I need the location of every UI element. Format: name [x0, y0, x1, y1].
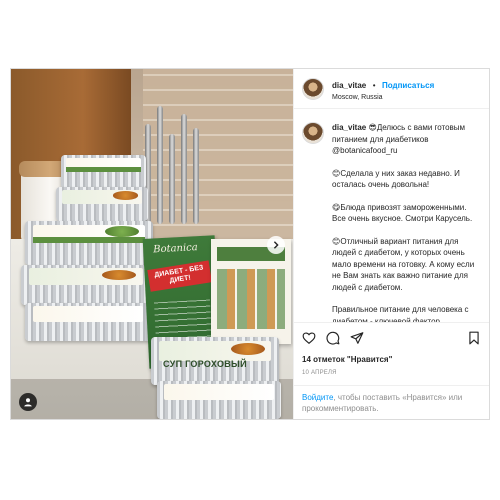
- caption-area: dia_vitae 😎Делюсь с вами готовым питание…: [294, 110, 489, 322]
- comment-icon[interactable]: [326, 331, 340, 345]
- post-header: dia_vitae • Подписаться Moscow, Russia: [294, 69, 489, 109]
- bookmark-icon[interactable]: [467, 331, 481, 345]
- flyer-badge: ДИАБЕТ - БЕЗ ДИЕТ!: [147, 260, 212, 292]
- food-tray: [25, 221, 153, 265]
- follow-button[interactable]: Подписаться: [382, 81, 434, 90]
- username-link[interactable]: dia_vitae: [332, 81, 366, 90]
- food-tray: [56, 187, 148, 221]
- login-link[interactable]: Войдите: [302, 393, 333, 402]
- login-prompt: Войдите, чтобы поставить «Нравится» или …: [294, 385, 489, 419]
- post-date: 10 АПРЕЛЯ: [302, 370, 337, 376]
- food-tray: [157, 381, 281, 419]
- post-photo[interactable]: Botanica ДИАБЕТ - БЕЗ ДИЕТ! СУП ГОРОХОВЫ…: [11, 69, 293, 419]
- user-tag-icon[interactable]: [19, 393, 37, 411]
- product-box: [211, 239, 291, 344]
- caption-paragraph: 😊Сделала у них заказ недавно. И осталась…: [332, 168, 460, 190]
- flyer-brand: Botanica: [152, 242, 199, 256]
- caption-paragraph: 😋Блюда привозят замороженными. Все очень…: [332, 202, 473, 224]
- location-link[interactable]: Moscow, Russia: [332, 94, 434, 103]
- kitchen-utensils: [141, 104, 201, 224]
- instagram-post: Botanica ДИАБЕТ - БЕЗ ДИЕТ! СУП ГОРОХОВЫ…: [10, 68, 490, 420]
- post-details-panel: dia_vitae • Подписаться Moscow, Russia d…: [293, 69, 489, 419]
- caption-paragraph: 😊Отличный вариант питания для людей с ди…: [332, 236, 475, 292]
- avatar[interactable]: [302, 77, 324, 100]
- likes-count[interactable]: 14 отметок "Нравится": [302, 355, 481, 364]
- action-bar: [302, 323, 481, 353]
- avatar[interactable]: [302, 122, 324, 144]
- caption-paragraph: Правильное питание для человека с диабет…: [332, 305, 469, 322]
- caption-username[interactable]: dia_vitae: [332, 123, 366, 132]
- heart-icon[interactable]: [302, 331, 316, 345]
- food-tray: [25, 303, 151, 341]
- caption-text: dia_vitae 😎Делюсь с вами готовым питание…: [332, 122, 481, 322]
- food-tray: [21, 265, 151, 305]
- food-tray: [61, 155, 146, 189]
- carousel-next-icon[interactable]: [267, 236, 285, 254]
- soup-label: СУП ГОРОХОВЫЙ: [163, 359, 247, 369]
- share-icon[interactable]: [350, 331, 364, 345]
- separator-dot: •: [372, 81, 376, 91]
